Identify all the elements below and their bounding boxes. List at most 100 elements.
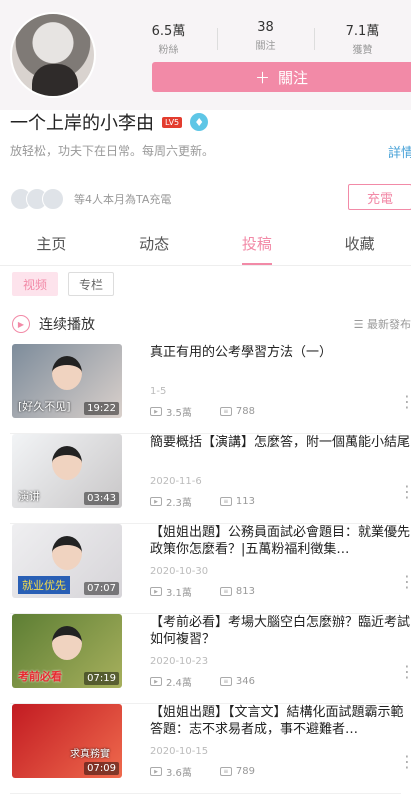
danmaku-icon: ≡ (219, 767, 232, 776)
comment-count: 789 (235, 766, 255, 777)
thumbnail-caption: 考前必看 (18, 670, 62, 683)
video-stats: ▶ 3.6萬 ≡ 789 (150, 764, 255, 779)
comments-stat: ≡ 113 (219, 496, 255, 507)
more-options-icon[interactable]: ⋮ (399, 394, 411, 418)
video-stats: ▶ 3.1萬 ≡ 813 (150, 584, 255, 599)
video-title[interactable]: 真正有用的公考學習方法（一） (150, 344, 411, 378)
video-item[interactable]: 考前必看 07:19 【考前必看】考場大腦空白怎麼辦？臨近考試如何複習？ 202… (10, 614, 411, 704)
comment-count: 346 (235, 676, 255, 687)
tab-home[interactable]: 主页 (0, 224, 103, 265)
play-count-icon: ▶ (150, 497, 162, 506)
likes-label: 獲贊 (352, 45, 373, 56)
video-item[interactable]: 求真務實 07:09 【姐姐出題】【文言文】結構化面試題霸示範答題：志不求易者成… (10, 704, 411, 794)
followers-value: 6.5萬 (151, 24, 186, 39)
profile-stats: 6.5萬 粉絲 38 關注 7.1萬 獲贊 (120, 20, 411, 56)
comment-count: 813 (235, 586, 255, 597)
danmaku-icon: ≡ (219, 587, 232, 596)
comments-stat: ≡ 813 (219, 586, 255, 597)
play-count-icon: ▶ (150, 677, 162, 686)
play-circle-icon[interactable]: ▶ (12, 315, 30, 333)
plus-icon: ＋ (254, 68, 270, 87)
tab-favorites[interactable]: 收藏 (308, 224, 411, 265)
presenter-face (52, 626, 82, 660)
video-stats: ▶ 3.5萬 ≡ 788 (150, 404, 255, 419)
comments-stat: ≡ 789 (219, 766, 255, 777)
profile-avatar[interactable] (10, 12, 96, 98)
video-thumbnail[interactable]: 考前必看 07:19 (12, 614, 122, 688)
plays-stat: ▶ 3.6萬 (150, 764, 192, 779)
plays-stat: ▶ 3.1萬 (150, 584, 192, 599)
thumbnail-caption: 演讲 (18, 490, 40, 503)
video-stats: ▶ 2.4萬 ≡ 346 (150, 674, 255, 689)
more-options-icon[interactable]: ⋮ (399, 664, 411, 688)
more-options-icon[interactable]: ⋮ (399, 574, 411, 598)
video-title[interactable]: 【考前必看】考場大腦空白怎麼辦？臨近考試如何複習？ (150, 614, 411, 648)
presenter-face (52, 536, 82, 570)
tab-uploads[interactable]: 投稿 (206, 224, 309, 265)
video-item[interactable]: [好久不见] 19:22 真正有用的公考學習方法（一） 1-5 ▶ 3.5萬 ≡ 7… (10, 344, 411, 434)
video-duration: 19:22 (84, 402, 119, 415)
continuous-play-row: ▶ 连续播放 ☰ 最新發布 (12, 314, 411, 334)
follow-button-label: 關注 (278, 68, 309, 87)
video-thumbnail[interactable]: 求真務實 07:09 (12, 704, 122, 778)
vip-icon: ♦ (190, 113, 209, 131)
subtab-articles[interactable]: 专栏 (68, 272, 114, 296)
video-thumbnail[interactable]: 演讲 03:43 (12, 434, 122, 508)
profile-details-link[interactable]: 詳情 (388, 142, 411, 161)
comments-stat: ≡ 346 (219, 676, 255, 687)
profile-signature: 放轻松，功夫下在日常。每周六更新。 (10, 144, 215, 158)
followers-stat[interactable]: 6.5萬 粉絲 (120, 20, 217, 56)
play-count: 2.3萬 (166, 498, 192, 509)
video-duration: 07:19 (84, 672, 119, 685)
sort-label: 最新發布 (367, 318, 411, 331)
subtab-videos[interactable]: 视频 (12, 272, 58, 296)
video-date: 2020-10-23 (150, 656, 209, 667)
video-thumbnail[interactable]: 就业优先 07:07 (12, 524, 122, 598)
video-date: 1-5 (150, 386, 167, 397)
video-item[interactable]: 演讲 03:43 簡要概括【演講】怎麼答，附一個萬能小結尾 2020-11-6 … (10, 434, 411, 524)
comments-stat: ≡ 788 (219, 406, 255, 417)
play-count-icon: ▶ (150, 767, 162, 776)
likes-stat: 7.1萬 獲贊 (314, 20, 411, 56)
play-count-icon: ▶ (150, 587, 162, 596)
comment-count: 788 (235, 406, 255, 417)
danmaku-icon: ≡ (219, 677, 232, 686)
username-row: 一个上岸的小李由 LV5 ♦ (10, 110, 209, 134)
follow-button[interactable]: ＋ 關注 (152, 62, 411, 92)
plays-stat: ▶ 2.4萬 (150, 674, 192, 689)
comment-count: 113 (235, 496, 255, 507)
likes-value: 7.1萬 (345, 24, 380, 39)
presenter-face (52, 356, 82, 390)
play-count: 2.4萬 (166, 678, 192, 689)
video-thumbnail[interactable]: [好久不见] 19:22 (12, 344, 122, 418)
video-duration: 07:07 (84, 582, 119, 595)
video-title[interactable]: 【姐姐出題】【文言文】結構化面試題霸示範答題：志不求易者成，事不避難者… (150, 704, 411, 738)
thumbnail-caption: 就业优先 (18, 576, 70, 594)
video-date: 2020-11-6 (150, 476, 202, 487)
sort-selector[interactable]: ☰ 最新發布 (354, 316, 411, 332)
video-item[interactable]: 就业优先 07:07 【姐姐出題】公務員面試必會題目：就業優先政策你怎麼看？|五… (10, 524, 411, 614)
plays-stat: ▶ 2.3萬 (150, 494, 192, 509)
following-label: 關注 (255, 41, 276, 52)
plays-stat: ▶ 3.5萬 (150, 404, 192, 419)
level-badge: LV5 (162, 116, 183, 128)
charge-row: 等4人本月為TA充電 充電 (10, 184, 411, 214)
play-count: 3.6萬 (166, 768, 192, 779)
username: 一个上岸的小李由 (10, 113, 154, 134)
upload-subtabs: 视频 专栏 (12, 272, 114, 296)
more-options-icon[interactable]: ⋮ (399, 754, 411, 778)
video-title[interactable]: 簡要概括【演講】怎麼答，附一個萬能小結尾 (150, 434, 411, 468)
followers-label: 粉絲 (158, 45, 179, 56)
video-stats: ▶ 2.3萬 ≡ 113 (150, 494, 255, 509)
play-count: 3.5萬 (166, 408, 192, 419)
following-value: 38 (257, 20, 274, 35)
following-stat[interactable]: 38 關注 (217, 20, 314, 56)
continuous-play-label[interactable]: 连续播放 (39, 314, 95, 334)
more-options-icon[interactable]: ⋮ (399, 484, 411, 508)
video-title[interactable]: 【姐姐出題】公務員面試必會題目：就業優先政策你怎麼看？|五萬粉福利徵集… (150, 524, 411, 558)
charger-avatars[interactable] (10, 188, 64, 210)
charge-button[interactable]: 充電 (348, 184, 411, 210)
profile-tabs: 主页 动态 投稿 收藏 (0, 224, 411, 266)
presenter-face (52, 446, 82, 480)
tab-activity[interactable]: 动态 (103, 224, 206, 265)
